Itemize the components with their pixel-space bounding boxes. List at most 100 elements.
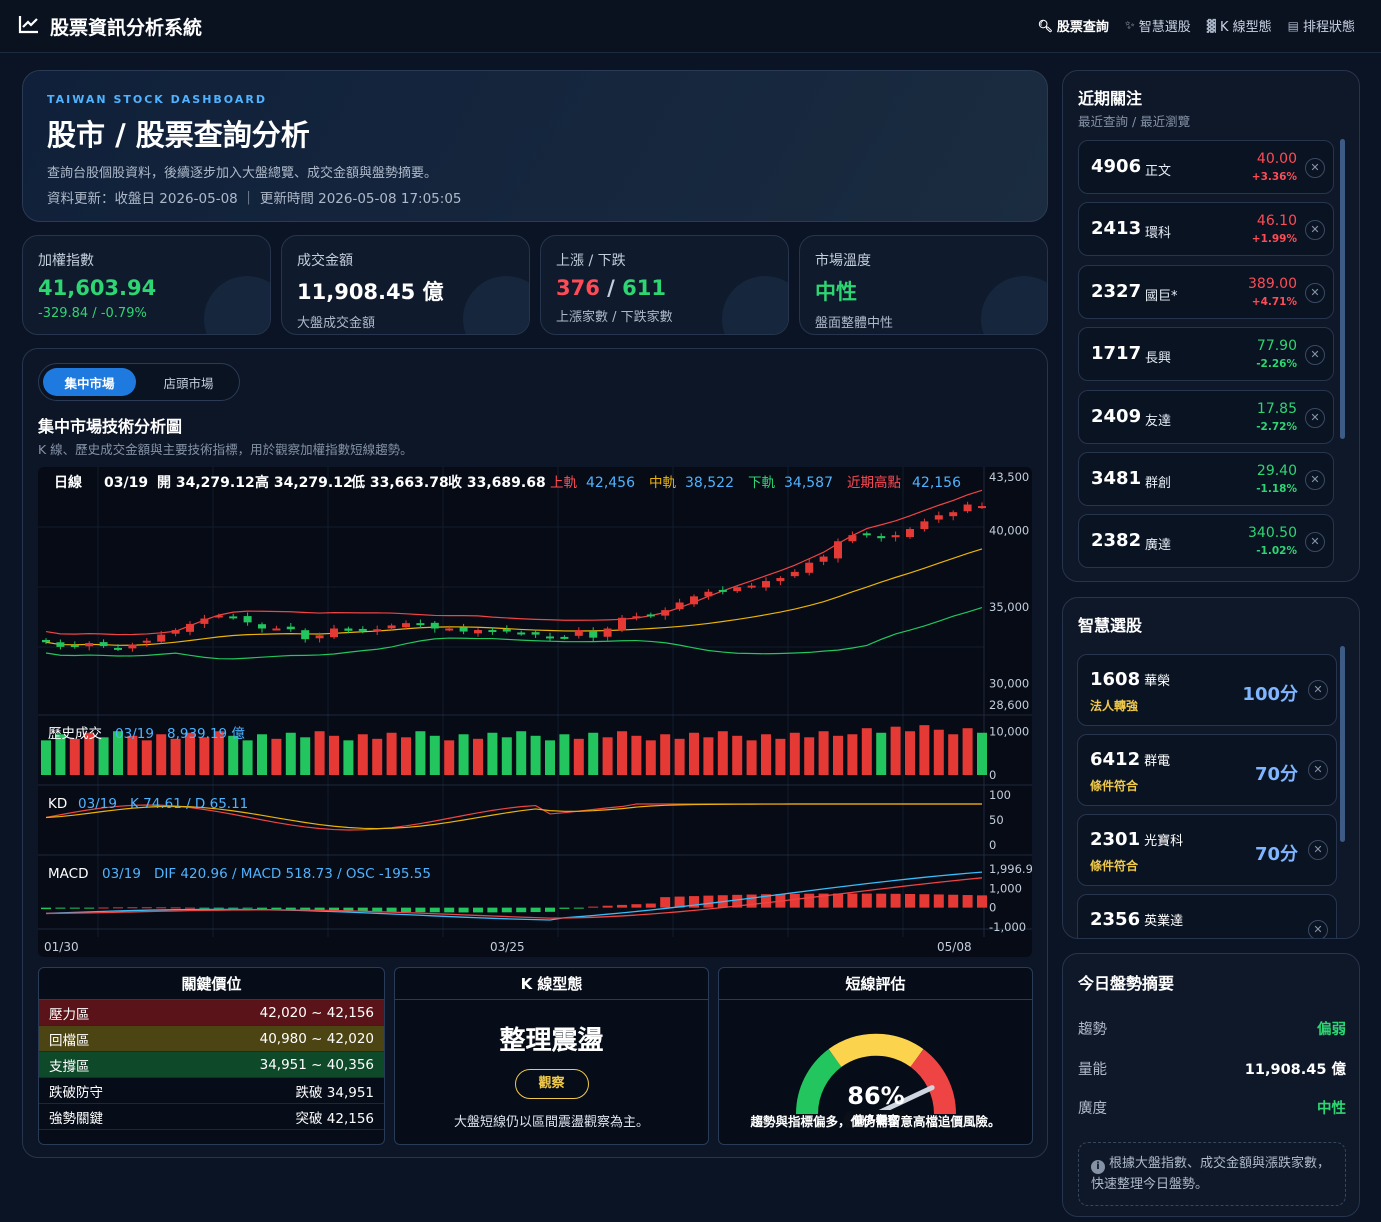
remove-watch-button[interactable]: ✕ [1305, 158, 1325, 178]
volume-bar [545, 740, 555, 775]
volume-bar [242, 740, 253, 775]
candle-body [229, 616, 238, 619]
smart-pick-item[interactable]: 1608 華榮 法人轉強 100分 ✕ [1077, 654, 1337, 726]
smart-pick-item[interactable]: 2301 光寶科 條件符合 70分 ✕ [1077, 814, 1337, 886]
remove-pick-button[interactable]: ✕ [1308, 920, 1328, 938]
tab-twse[interactable]: 集中市場 [43, 368, 136, 396]
chart-title: 集中市場技術分析圖 [38, 417, 183, 436]
candle-body [819, 556, 828, 562]
remove-watch-button[interactable]: ✕ [1305, 532, 1325, 552]
watchlist-item[interactable]: 3481 群創 29.40 -1.18% ✕ [1078, 452, 1334, 506]
summary-row-breadth: 廣度 中性 [1078, 1097, 1346, 1118]
macd-osc-bar [847, 893, 858, 908]
search-icon: 🔍︎ [1037, 18, 1053, 33]
candle-body [258, 624, 266, 629]
candle-body [834, 541, 842, 559]
remove-watch-button[interactable]: ✕ [1305, 408, 1325, 428]
stock-name: 英業達 [1144, 914, 1184, 929]
candle-body [531, 632, 540, 635]
nav-stock-search[interactable]: 🔍︎ 股票查詢 [1037, 16, 1109, 36]
nav-k-pattern[interactable]: ▓ K 線型態 [1207, 16, 1272, 36]
watchlist-item[interactable]: 2382 廣達 340.50 -1.02% ✕ [1078, 514, 1334, 568]
remove-watch-button[interactable]: ✕ [1305, 220, 1325, 240]
remove-pick-button[interactable]: ✕ [1308, 840, 1328, 860]
market-tabs: 集中市場 店頭市場 [38, 363, 240, 401]
key-price-label: 支撐區 [49, 1058, 90, 1075]
chart-svg[interactable]: 43,500 40,000 35,000 30,000 28,600 10,000 0 100… [38, 467, 1032, 957]
macd-osc-bar [588, 906, 599, 908]
volume-bar [285, 732, 296, 775]
volume-bar [602, 737, 613, 775]
volume-bar [645, 740, 656, 775]
macd-osc-bar [977, 895, 987, 908]
volume-bar [876, 732, 887, 775]
tab-otc[interactable]: 店頭市場 [142, 368, 235, 396]
legend-upper-label: 上軌 [550, 475, 578, 491]
volume-bar [98, 737, 109, 775]
candle-body [214, 615, 223, 618]
brand[interactable]: 股票資訊分析系統 [18, 13, 202, 40]
candle-body [589, 630, 598, 638]
macd-osc-bar [473, 907, 483, 913]
kpi-label: 上漲 / 下跌 [556, 253, 626, 269]
macd-osc-bar [545, 907, 555, 912]
nav-schedule-status[interactable]: ▤ 排程狀態 [1288, 16, 1355, 36]
candle-body [358, 628, 367, 631]
gauge-segment-low [796, 1049, 842, 1115]
candle-body [286, 626, 295, 630]
smart-picks-scrollbar[interactable] [1340, 646, 1345, 842]
candle-body [243, 616, 252, 623]
pattern-badge: 觀察 [514, 1069, 589, 1099]
volume-bar [804, 737, 815, 775]
stock-code: 2356 英業達 [1090, 909, 1183, 930]
stock-code: 1717 [1091, 343, 1142, 364]
remove-pick-button[interactable]: ✕ [1308, 760, 1328, 780]
candle-body [474, 630, 482, 634]
smart-pick-item[interactable]: 2356 英業達 ✕ [1077, 894, 1337, 938]
volume-bar [732, 735, 743, 775]
technical-chart[interactable]: 43,500 40,000 35,000 30,000 28,600 10,000 0 100… [38, 467, 1032, 957]
stock-name: 環科 [1145, 226, 1172, 241]
key-price-label: 強勢關鍵 [49, 1110, 103, 1127]
recent-watchlist-panel: 近期關注 最近查詢 / 最近瀏覽 4906 正文 40.00 +3.36% ✕ 2413 環… [1062, 70, 1360, 582]
stock-change-pct: -2.72% [1256, 421, 1297, 433]
watchlist-item[interactable]: 2327 國巨* 389.00 +4.71% ✕ [1078, 265, 1334, 319]
candle-body [603, 628, 612, 637]
stock-price: 340.50 [1248, 525, 1297, 541]
macd-osc-bar [199, 907, 210, 909]
k-pattern-card: K 線型態 整理震盪 觀察 大盤短線仍以區間震盪觀察為主。 [394, 967, 709, 1145]
chart-description: K 線、歷史成交金額與主要技術指標，用於觀察加權指數短線趨勢。 [38, 442, 413, 457]
macd-tick: 1,996.96 [989, 862, 1032, 876]
kd-tick: 100 [989, 788, 1011, 802]
macd-osc-bar [141, 907, 152, 909]
candle-body [445, 628, 454, 631]
watchlist-item[interactable]: 4906 正文 40.00 +3.36% ✕ [1078, 140, 1334, 194]
candle-body [704, 591, 713, 597]
nav-label: K 線型態 [1219, 20, 1272, 35]
candle-body [934, 515, 943, 520]
macd-osc-bar [429, 907, 440, 913]
macd-osc-bar [271, 907, 282, 910]
kpi-advance-decline: 上漲 / 下跌 376 / 611 上漲家數 / 下跌家數 [540, 235, 789, 335]
watchlist-scrollbar[interactable] [1340, 139, 1345, 439]
macd-osc-bar [127, 907, 138, 909]
watchlist-item[interactable]: 2409 友達 17.85 -2.72% ✕ [1078, 390, 1334, 444]
watchlist-item[interactable]: 2413 環科 46.10 +1.99% ✕ [1078, 202, 1334, 256]
stock-code: 1608 華榮 [1090, 669, 1170, 690]
volume-label: 歷史成交 [48, 725, 102, 742]
remove-watch-button[interactable]: ✕ [1305, 470, 1325, 490]
decline-count: 611 [622, 276, 666, 300]
remove-watch-button[interactable]: ✕ [1305, 345, 1325, 365]
macd-osc-bar [156, 907, 167, 909]
stock-change-pct: -1.18% [1256, 483, 1297, 495]
volume-bar [429, 735, 440, 775]
smart-pick-item[interactable]: 6412 群電 條件符合 70分 ✕ [1077, 734, 1337, 806]
hero-kicker: TAIWAN STOCK DASHBOARD [47, 93, 267, 106]
magic-wand-icon: ✨︎ [1124, 18, 1135, 32]
candle-body [891, 535, 900, 538]
nav-smart-pick[interactable]: ✨︎ 智慧選股 [1125, 16, 1191, 35]
remove-watch-button[interactable]: ✕ [1305, 283, 1325, 303]
remove-pick-button[interactable]: ✕ [1308, 680, 1328, 700]
volume-bar [329, 735, 339, 775]
watchlist-item[interactable]: 1717 長興 77.90 -2.26% ✕ [1078, 327, 1334, 381]
